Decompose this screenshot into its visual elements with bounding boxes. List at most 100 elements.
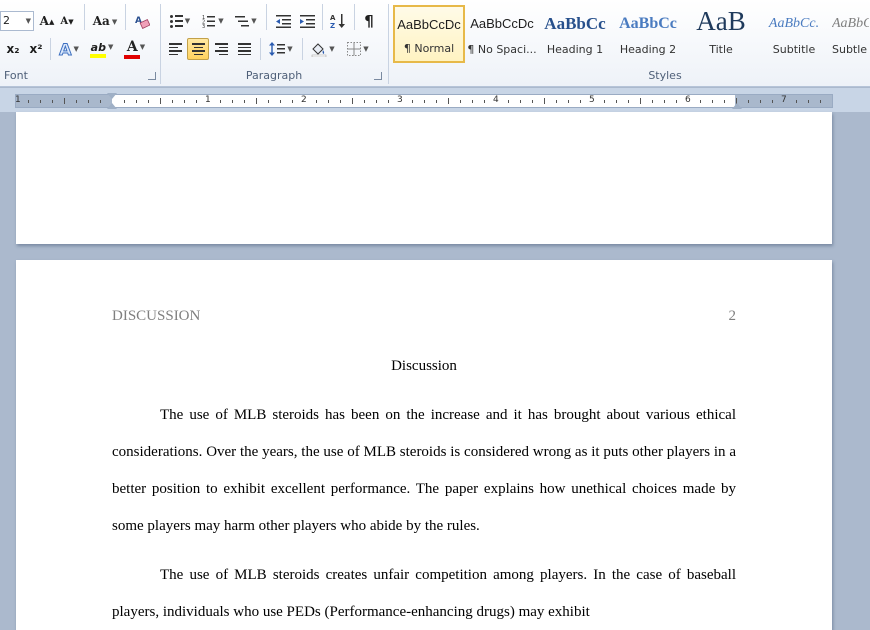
font-group-label: Font <box>4 69 28 82</box>
page-number: 2 <box>728 308 737 324</box>
align-center-button[interactable] <box>187 38 209 60</box>
align-right-button[interactable] <box>210 38 232 60</box>
font-size-value: 2 <box>3 14 10 27</box>
ruler-tick <box>724 100 725 103</box>
ruler-tick <box>580 100 581 103</box>
line-spacing-icon <box>269 42 286 56</box>
hanging-indent-marker[interactable] <box>107 103 117 109</box>
ruler-tick <box>52 100 53 103</box>
style-name: Subtle E <box>832 43 869 56</box>
superscript-button[interactable]: x² <box>25 38 47 60</box>
ribbon: 2 ▼ A ▲ A ▼ Aa ▼ A x₂ x² A ▼ ab ▼ A ▼ Fo… <box>0 0 870 87</box>
style-subtle-emphasis[interactable]: AaBbCc Subtle E <box>831 5 870 63</box>
document-page[interactable]: DISCUSSION 2 Discussion The use of MLB s… <box>16 260 832 630</box>
style-name: Title <box>709 43 733 56</box>
subscript-button[interactable]: x₂ <box>2 38 24 60</box>
divider <box>84 4 85 30</box>
align-left-icon <box>168 43 182 55</box>
grow-font-button[interactable]: A ▲ <box>38 10 56 32</box>
styles-group-label: Styles <box>648 69 682 82</box>
numbering-icon: 1 2 3 <box>202 15 216 28</box>
ruler-tick <box>532 100 533 103</box>
ruler-tick <box>616 100 617 103</box>
ruler-tick <box>520 100 521 103</box>
paragraph-group-label: Paragraph <box>245 69 303 82</box>
ruler-number: 4 <box>493 95 499 105</box>
ruler-track: 1 1 2 3 4 5 6 7 <box>15 93 833 109</box>
font-color-icon: A <box>126 39 138 55</box>
borders-button[interactable]: ▼ <box>342 38 374 60</box>
horizontal-ruler[interactable]: 1 1 2 3 4 5 6 7 <box>0 88 870 112</box>
style-name: ¶ Normal <box>403 42 455 55</box>
ruler-tick <box>772 100 773 103</box>
divider <box>354 4 355 30</box>
style-preview: AaBbCc <box>619 15 677 32</box>
highlight-button[interactable]: ab ▼ <box>86 38 118 60</box>
change-case-icon: Aa <box>92 14 110 28</box>
ruler-tick <box>40 100 41 103</box>
ruler-tick <box>160 98 161 104</box>
ruler-tick <box>628 100 629 103</box>
svg-text:3: 3 <box>202 24 205 28</box>
divider <box>302 38 303 60</box>
multilevel-list-button[interactable]: ▼ <box>231 10 261 32</box>
style-heading-2[interactable]: AaBbCc Heading 2 <box>612 5 684 63</box>
divider <box>322 4 323 30</box>
ruler-tick <box>196 100 197 103</box>
style-title[interactable]: AaB Title <box>685 5 757 63</box>
ruler-tick <box>820 100 821 103</box>
justify-button[interactable] <box>233 38 255 60</box>
ruler-tick <box>388 100 389 103</box>
chevron-down-icon: ▼ <box>25 17 31 25</box>
increase-indent-icon <box>299 14 315 28</box>
line-spacing-button[interactable]: ▼ <box>265 38 297 60</box>
ruler-tick <box>376 100 377 103</box>
right-indent-marker[interactable] <box>732 103 742 109</box>
group-divider <box>388 4 389 84</box>
multilevel-list-icon <box>235 16 250 27</box>
ruler-number: 3 <box>397 95 403 105</box>
ruler-tick <box>796 100 797 103</box>
decrease-indent-button[interactable] <box>272 10 294 32</box>
bullets-button[interactable]: ▼ <box>165 10 195 32</box>
ruler-tick <box>28 100 29 103</box>
style-name: Heading 1 <box>546 43 604 56</box>
align-right-icon <box>214 43 228 55</box>
font-color-button[interactable]: A ▼ <box>121 38 151 60</box>
show-hide-button[interactable]: ¶ <box>359 10 379 32</box>
ruler-number: 2 <box>301 95 307 105</box>
change-case-button[interactable]: Aa ▼ <box>90 10 120 32</box>
numbering-button[interactable]: 1 2 3 ▼ <box>198 10 228 32</box>
divider <box>266 4 267 30</box>
document-title: Discussion <box>391 358 457 374</box>
clear-formatting-button[interactable]: A <box>131 10 153 32</box>
style-heading-1[interactable]: AaBbCc Heading 1 <box>539 5 611 63</box>
ruler-tick <box>352 98 353 104</box>
paint-bucket-icon <box>312 42 327 57</box>
ruler-tick <box>124 100 125 103</box>
shrink-font-button[interactable]: A ▼ <box>58 10 76 32</box>
sort-button[interactable]: A Z <box>327 10 349 32</box>
style-name: Heading 2 <box>619 43 677 56</box>
increase-indent-button[interactable] <box>296 10 318 32</box>
ruler-number: 5 <box>589 95 595 105</box>
subscript-icon: x₂ <box>6 42 20 56</box>
clear-formatting-icon: A <box>135 16 150 29</box>
body-paragraph: The use of MLB steroids has been on the … <box>112 407 736 534</box>
shading-button[interactable]: ▼ <box>307 38 339 60</box>
ruler-tick <box>244 100 245 103</box>
first-line-indent-marker[interactable] <box>107 93 117 99</box>
divider <box>125 4 126 30</box>
style-normal[interactable]: AaBbCcDc ¶ Normal <box>393 5 465 63</box>
previous-page[interactable] <box>16 112 832 244</box>
font-dialog-launcher-icon[interactable] <box>148 72 156 80</box>
ruler-tick <box>88 100 89 103</box>
style-subtitle[interactable]: AaBbCc. Subtitle <box>758 5 830 63</box>
style-name: ¶ No Spaci... <box>467 43 537 56</box>
font-size-box[interactable]: 2 ▼ <box>0 11 34 31</box>
paragraph-dialog-launcher-icon[interactable] <box>374 72 382 80</box>
style-no-spacing[interactable]: AaBbCcDc ¶ No Spaci... <box>466 5 538 63</box>
align-left-button[interactable] <box>164 38 186 60</box>
ruler-tick <box>448 98 449 104</box>
text-effects-button[interactable]: A ▼ <box>55 38 83 60</box>
